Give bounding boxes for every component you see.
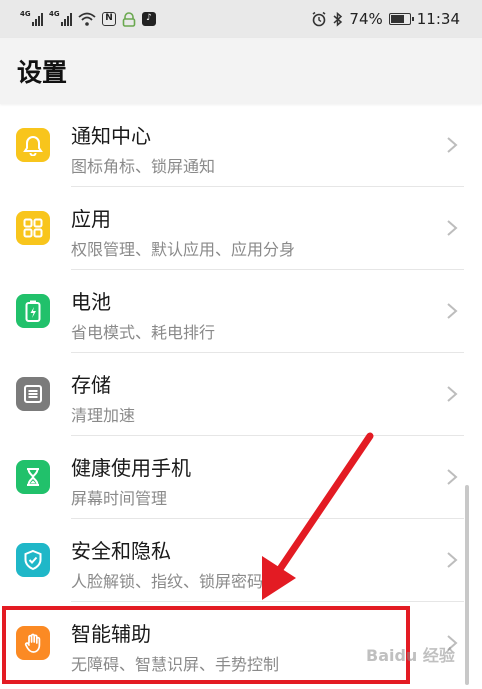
network-type-label: 4G	[20, 10, 31, 18]
clock-time: 11:34	[416, 10, 460, 28]
page-title: 设置	[17, 58, 68, 87]
settings-item-subtitle: 省电模式、耗电排行	[71, 323, 216, 342]
wifi-icon	[78, 12, 96, 26]
settings-item-label: 电池	[71, 290, 111, 314]
chevron-right-icon	[447, 303, 458, 319]
battery-icon	[388, 13, 414, 25]
battery-percent: 74%	[349, 10, 383, 28]
chevron-right-icon	[447, 220, 458, 236]
settings-item-battery[interactable]: 电池 省电模式、耗电排行	[0, 270, 482, 353]
bluetooth-icon	[333, 11, 343, 27]
settings-item-label: 通知中心	[71, 124, 151, 148]
status-right: 74% 11:34	[311, 10, 460, 28]
alarm-icon	[311, 11, 327, 27]
shield-check-icon	[16, 543, 50, 577]
settings-item-notifications[interactable]: 通知中心 图标角标、锁屏通知	[0, 104, 482, 187]
chevron-right-icon	[447, 137, 458, 153]
settings-item-subtitle: 人脸解锁、指纹、锁屏密码	[71, 572, 264, 591]
settings-item-label: 存储	[71, 373, 111, 397]
lock-notification-icon	[122, 11, 136, 27]
annotation-highlight-box	[2, 606, 410, 684]
settings-item-label: 健康使用手机	[71, 456, 191, 480]
settings-item-label: 应用	[71, 207, 111, 231]
apps-grid-icon	[16, 211, 50, 245]
chevron-right-icon	[447, 469, 458, 485]
settings-item-label: 安全和隐私	[71, 539, 171, 563]
settings-item-security-privacy[interactable]: 安全和隐私 人脸解锁、指纹、锁屏密码	[0, 519, 482, 602]
settings-item-subtitle: 屏幕时间管理	[71, 489, 168, 508]
cell-signal-icon: 4G	[20, 10, 43, 26]
nfc-icon: N	[102, 12, 116, 26]
settings-item-storage[interactable]: 存储 清理加速	[0, 353, 482, 436]
status-left: 4G 4G N ♪	[20, 10, 156, 27]
battery-icon	[16, 294, 50, 328]
chevron-right-icon	[447, 552, 458, 568]
title-bar: 设置	[0, 38, 482, 104]
settings-item-subtitle: 清理加速	[71, 406, 136, 425]
settings-item-apps[interactable]: 应用 权限管理、默认应用、应用分身	[0, 187, 482, 270]
settings-item-subtitle: 图标角标、锁屏通知	[71, 157, 216, 176]
bell-icon	[16, 128, 50, 162]
settings-item-subtitle: 权限管理、默认应用、应用分身	[71, 240, 296, 259]
network-type-2-label: 4G	[49, 10, 60, 18]
settings-item-digital-health[interactable]: 健康使用手机 屏幕时间管理	[0, 436, 482, 519]
settings-list: 通知中心 图标角标、锁屏通知 应用 权限管理、默认应用、应用分身 电池 省电模式…	[0, 104, 482, 685]
status-bar: 4G 4G N ♪ 74% 11:34	[0, 0, 482, 38]
storage-icon	[16, 377, 50, 411]
cell-signal-2-icon: 4G	[49, 10, 72, 26]
tiktok-icon: ♪	[142, 12, 156, 26]
chevron-right-icon	[447, 386, 458, 402]
watermark: Baidu 经验	[366, 646, 455, 665]
battery-level-fill	[390, 15, 405, 23]
scrollbar[interactable]	[465, 485, 469, 685]
hourglass-icon	[16, 460, 50, 494]
